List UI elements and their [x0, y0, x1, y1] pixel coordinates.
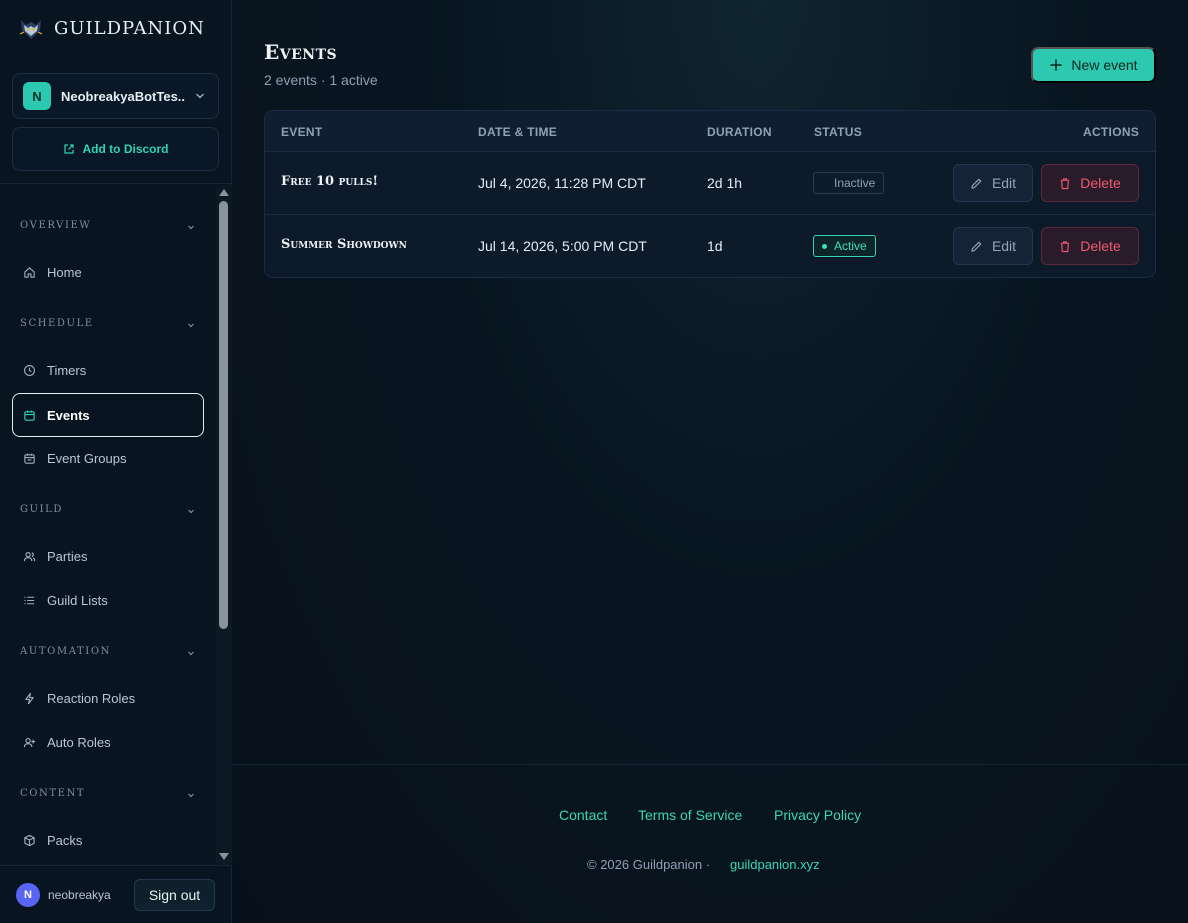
sidebar-item-label: Event Groups: [47, 450, 127, 466]
users-icon: [23, 551, 36, 561]
add-to-discord-button[interactable]: Add to Discord: [12, 127, 219, 171]
user-name: neobreakya: [48, 887, 111, 902]
sidebar-item-event-groups[interactable]: Event Groups: [12, 436, 204, 480]
brand[interactable]: GUILDPANION: [0, 0, 231, 57]
sidebar-item-label: Events: [47, 407, 90, 423]
status-dot-icon: [822, 243, 827, 249]
event-datetime: Jul 14, 2026, 5:00 PM CDT: [478, 238, 647, 254]
nav-section-automation[interactable]: AUTOMATION: [20, 646, 111, 657]
sidebar-item-label: Reaction Roles: [47, 690, 136, 706]
footer-link-terms[interactable]: Terms of Service: [638, 807, 742, 823]
footer: Contact Terms of Service Privacy Policy …: [232, 764, 1188, 923]
events-table: EVENT DATE & TIME DURATION STATUS ACTION…: [264, 110, 1156, 278]
plus-icon: [1050, 59, 1063, 71]
sidebar-item-home[interactable]: Home: [12, 250, 204, 294]
main-content: Events 2 events · 1 active New event EVE…: [232, 0, 1188, 923]
calendar-icon: [24, 410, 35, 421]
sidebar-item-parties[interactable]: Parties: [12, 534, 204, 578]
add-to-discord-label: Add to Discord: [82, 142, 169, 156]
chevron-down-icon[interactable]: [186, 790, 196, 800]
sidebar-item-label: Parties: [47, 548, 88, 564]
column-header-date-time: DATE & TIME: [478, 125, 558, 139]
edit-label: Edit: [991, 238, 1017, 254]
table-row: Free 10 pulls! Jul 4, 2026, 11:28 PM CDT…: [265, 152, 1155, 215]
nav-section-guild[interactable]: GUILD: [20, 504, 63, 515]
footer-link-contact[interactable]: Contact: [559, 807, 607, 823]
external-link-icon: [63, 144, 74, 154]
new-event-button[interactable]: New event: [1031, 47, 1156, 83]
zap-icon: [25, 692, 34, 704]
sidebar-item-guild-lists[interactable]: Guild Lists: [12, 578, 204, 622]
user-bar: N neobreakya Sign out: [0, 865, 231, 923]
delete-button[interactable]: Delete: [1041, 227, 1139, 265]
avatar: N: [16, 882, 40, 907]
sidebar-item-events[interactable]: Events: [12, 393, 204, 437]
sidebar-item-reaction-roles[interactable]: Reaction Roles: [12, 676, 204, 720]
delete-button[interactable]: Delete: [1041, 164, 1139, 202]
sign-out-button[interactable]: Sign out: [134, 879, 215, 911]
chevron-down-icon[interactable]: [186, 320, 196, 330]
status-label: Active: [834, 239, 867, 253]
clock-icon: [24, 364, 35, 376]
pencil-icon: [971, 241, 982, 252]
column-header-status: STATUS: [814, 125, 863, 139]
event-duration: 1d: [707, 238, 723, 254]
sidebar-item-label: Guild Lists: [47, 592, 108, 608]
server-avatar: N: [23, 82, 51, 110]
footer-link-privacy[interactable]: Privacy Policy: [774, 807, 861, 823]
server-selector[interactable]: N NeobreakyaBotTes...: [12, 73, 219, 119]
edit-button[interactable]: Edit: [953, 164, 1033, 202]
edit-button[interactable]: Edit: [953, 227, 1033, 265]
sidebar-item-timers[interactable]: Timers: [12, 348, 204, 392]
trash-icon: [1061, 240, 1070, 252]
sidebar-item-label: Packs: [47, 832, 83, 848]
event-datetime: Jul 4, 2026, 11:28 PM CDT: [478, 175, 646, 191]
calendar-group-icon: [24, 453, 35, 464]
delete-label: Delete: [1080, 238, 1121, 254]
status-badge: Inactive: [813, 172, 885, 194]
chevron-down-icon[interactable]: [186, 222, 196, 232]
status-badge: Active: [813, 235, 876, 257]
package-icon: [24, 834, 35, 846]
table-row: Summer Showdown Jul 14, 2026, 5:00 PM CD…: [265, 215, 1155, 277]
pencil-icon: [971, 178, 982, 189]
sidebar-item-label: Home: [47, 264, 82, 280]
user-plus-icon: [23, 737, 36, 747]
sidebar-item-label: Auto Roles: [47, 734, 111, 750]
sidebar-item-label: Timers: [47, 362, 87, 378]
column-header-actions: ACTIONS: [1083, 125, 1140, 139]
sidebar: GUILDPANION N NeobreakyaBotTes... Add to…: [0, 0, 232, 923]
nav-section-content[interactable]: CONTENT: [20, 788, 85, 799]
footer-copyright: © 2026 Guildpanion ·: [587, 857, 711, 872]
sidebar-nav: OVERVIEW Home SCHEDULE Timers Events Eve…: [0, 183, 232, 864]
sidebar-item-packs[interactable]: Packs: [12, 818, 204, 862]
home-icon: [24, 266, 35, 278]
column-header-duration: DURATION: [707, 125, 772, 139]
delete-label: Delete: [1080, 175, 1121, 191]
list-icon: [24, 596, 35, 604]
scroll-down-icon[interactable]: [219, 853, 229, 860]
chevron-down-icon[interactable]: [186, 506, 196, 516]
scroll-up-icon[interactable]: [219, 189, 229, 196]
chevron-down-icon: [196, 93, 204, 99]
event-name: Summer Showdown: [281, 237, 407, 252]
event-duration: 2d 1h: [707, 175, 743, 191]
new-event-label: New event: [1071, 57, 1138, 73]
nav-section-overview[interactable]: OVERVIEW: [20, 220, 91, 231]
trash-icon: [1061, 177, 1070, 189]
brand-name: GUILDPANION: [54, 18, 205, 39]
guildpanion-logo-icon: [19, 19, 43, 39]
server-name: NeobreakyaBotTes...: [61, 88, 185, 104]
footer-site-link[interactable]: guildpanion.xyz: [730, 857, 820, 872]
edit-label: Edit: [991, 175, 1017, 191]
page-title: Events: [264, 40, 338, 64]
page-subtitle: 2 events · 1 active: [264, 72, 378, 88]
sidebar-scroll-thumb[interactable]: [219, 201, 228, 629]
table-header: EVENT DATE & TIME DURATION STATUS ACTION…: [265, 111, 1155, 152]
column-header-event: EVENT: [281, 125, 323, 139]
chevron-down-icon[interactable]: [186, 648, 196, 658]
nav-section-schedule[interactable]: SCHEDULE: [20, 318, 94, 329]
sidebar-item-auto-roles[interactable]: Auto Roles: [12, 720, 204, 764]
event-name: Free 10 pulls!: [281, 174, 379, 189]
